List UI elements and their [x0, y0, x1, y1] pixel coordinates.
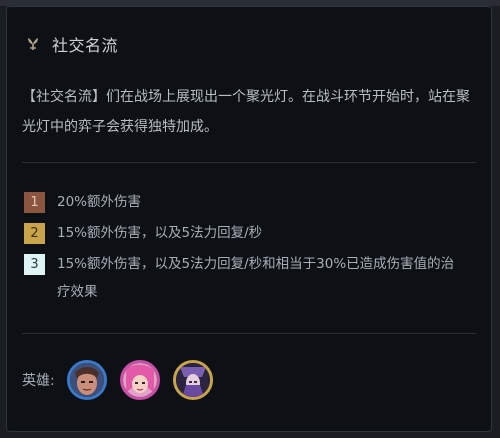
tier-badge-1: 1	[24, 192, 45, 213]
hero-1-portrait-icon	[69, 363, 104, 397]
crown-flower-icon	[22, 33, 44, 55]
heroes-label: 英雄:	[22, 373, 55, 389]
tier-text-1: 20%额外伤害	[57, 194, 142, 210]
hero-1-avatar[interactable]	[66, 360, 107, 400]
tier-text-2: 15%额外伤害，以及5法力回复/秒	[57, 225, 263, 241]
divider-top	[22, 162, 476, 163]
tier-row-3: 3 15%额外伤害，以及5法力回复/秒和相当于30%已造成伤害值的治疗效果	[24, 254, 457, 306]
tier-badge-2: 2	[24, 223, 45, 244]
hero-3-portrait-icon	[175, 363, 210, 397]
trait-header: 社交名流	[22, 30, 118, 58]
tier-text-3: 15%额外伤害，以及5法力回复/秒和相当于30%已造成伤害值的治疗效果	[57, 256, 455, 300]
heroes-row: 英雄:	[22, 360, 226, 400]
tier-row-1: 1 20%额外伤害	[24, 192, 467, 216]
tier-row-2: 2 15%额外伤害，以及5法力回复/秒	[24, 223, 467, 247]
divider-bottom	[22, 333, 476, 334]
tier-badge-3: 3	[24, 254, 45, 275]
trait-description: 【社交名流】们在战场上展现出一个聚光灯。在战斗环节开始时，站在聚光灯中的弈子会获…	[22, 89, 470, 135]
hero-3-avatar[interactable]	[172, 360, 213, 400]
hero-2-portrait-icon	[122, 363, 157, 397]
trait-title: 社交名流	[52, 36, 119, 55]
hero-2-avatar[interactable]	[119, 360, 160, 400]
